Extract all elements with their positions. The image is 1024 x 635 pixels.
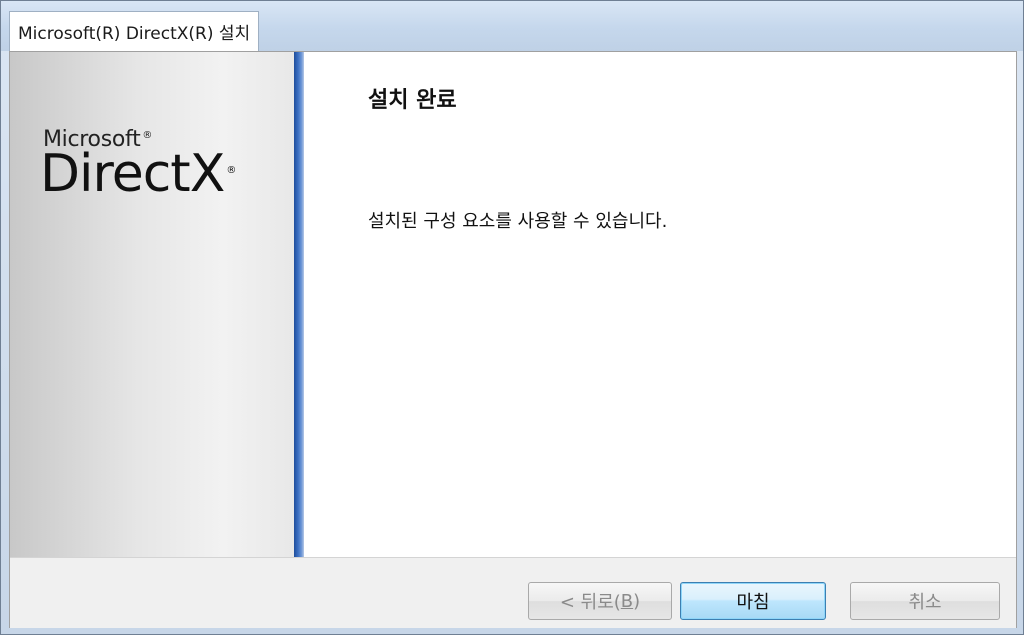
window-title-text: Microsoft(R) DirectX(R) 설치: [18, 24, 251, 44]
finish-button-label: 마침: [736, 592, 770, 613]
back-button-prefix: < 뒤로(: [559, 592, 621, 613]
cancel-button-label: 취소: [908, 592, 942, 613]
finish-button[interactable]: 마침: [680, 582, 826, 620]
side-accent-bar: [294, 52, 304, 557]
completion-message: 설치된 구성 요소를 사용할 수 있습니다.: [368, 211, 668, 232]
directx-registered-mark: ®: [226, 164, 236, 176]
cancel-button[interactable]: 취소: [850, 582, 1000, 620]
page-title: 설치 완료: [368, 88, 457, 113]
content-panel: 설치 완료 설치된 구성 요소를 사용할 수 있습니다.: [304, 52, 1016, 557]
button-bar: < 뒤로(B) 마침 취소: [10, 557, 1016, 628]
directx-logo-text: DirectX: [40, 144, 225, 204]
microsoft-registered-mark: ®: [142, 129, 153, 141]
directx-logo: DirectX ®: [40, 144, 236, 204]
back-button-suffix: ): [633, 590, 641, 612]
dialog-body: Microsoft ® DirectX ® 설치 완료 설치된 구성 요소를 사용할…: [9, 51, 1017, 628]
window-title: Microsoft(R) DirectX(R) 설치: [9, 11, 260, 51]
back-button-mnemonic: B: [620, 590, 634, 612]
title-bar[interactable]: Microsoft(R) DirectX(R) 설치: [1, 1, 1023, 51]
back-button[interactable]: < 뒤로(B): [528, 582, 672, 620]
side-banner: Microsoft ® DirectX ®: [10, 52, 294, 557]
setup-window: Microsoft(R) DirectX(R) 설치 Microsoft ® Di…: [0, 0, 1024, 635]
